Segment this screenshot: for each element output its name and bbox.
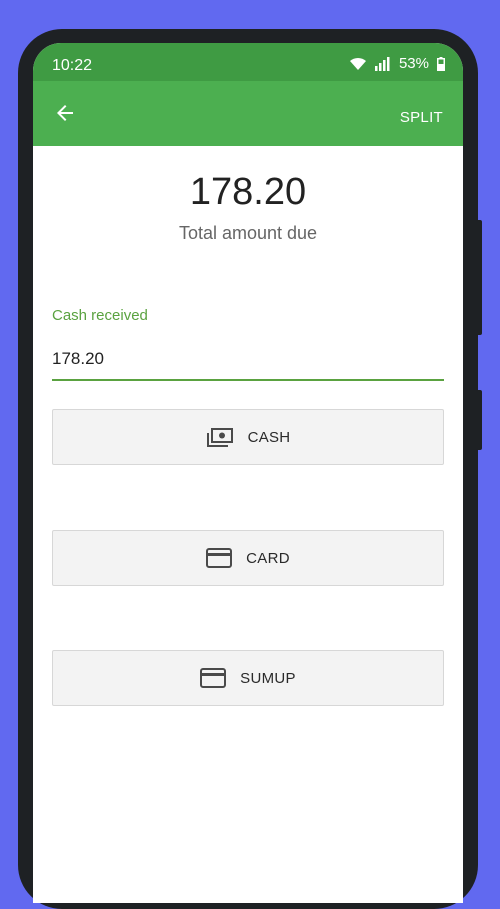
cash-button-label: CASH (247, 428, 291, 446)
cash-icon (206, 428, 233, 447)
sumup-button[interactable]: SUMUP (52, 650, 444, 706)
signal-icon (374, 56, 390, 71)
app-screen: 10:22 53% SPLIT 178.20 Total amount due … (33, 43, 463, 903)
battery-icon (437, 56, 445, 71)
split-button[interactable]: SPLIT (400, 109, 443, 126)
app-bar: SPLIT (33, 81, 463, 146)
total-amount-label: Total amount due (178, 223, 318, 243)
arrow-back-icon[interactable] (53, 101, 77, 125)
volume-button (476, 220, 482, 335)
battery-percent: 53% (398, 55, 429, 72)
power-button (476, 390, 482, 450)
status-bar: 10:22 53% (33, 43, 463, 81)
wifi-icon (349, 57, 366, 70)
card-icon (206, 548, 233, 568)
status-time: 10:22 (52, 57, 93, 74)
cash-received-input[interactable] (52, 339, 444, 381)
total-amount: 178.20 (189, 171, 307, 213)
status-icons: 53% (349, 55, 445, 72)
card-icon (200, 668, 227, 688)
sumup-button-label: SUMUP (240, 669, 296, 687)
cash-button[interactable]: CASH (52, 409, 444, 465)
cash-received-label: Cash received (52, 307, 148, 324)
card-button-label: CARD (246, 549, 290, 567)
card-button[interactable]: CARD (52, 530, 444, 586)
